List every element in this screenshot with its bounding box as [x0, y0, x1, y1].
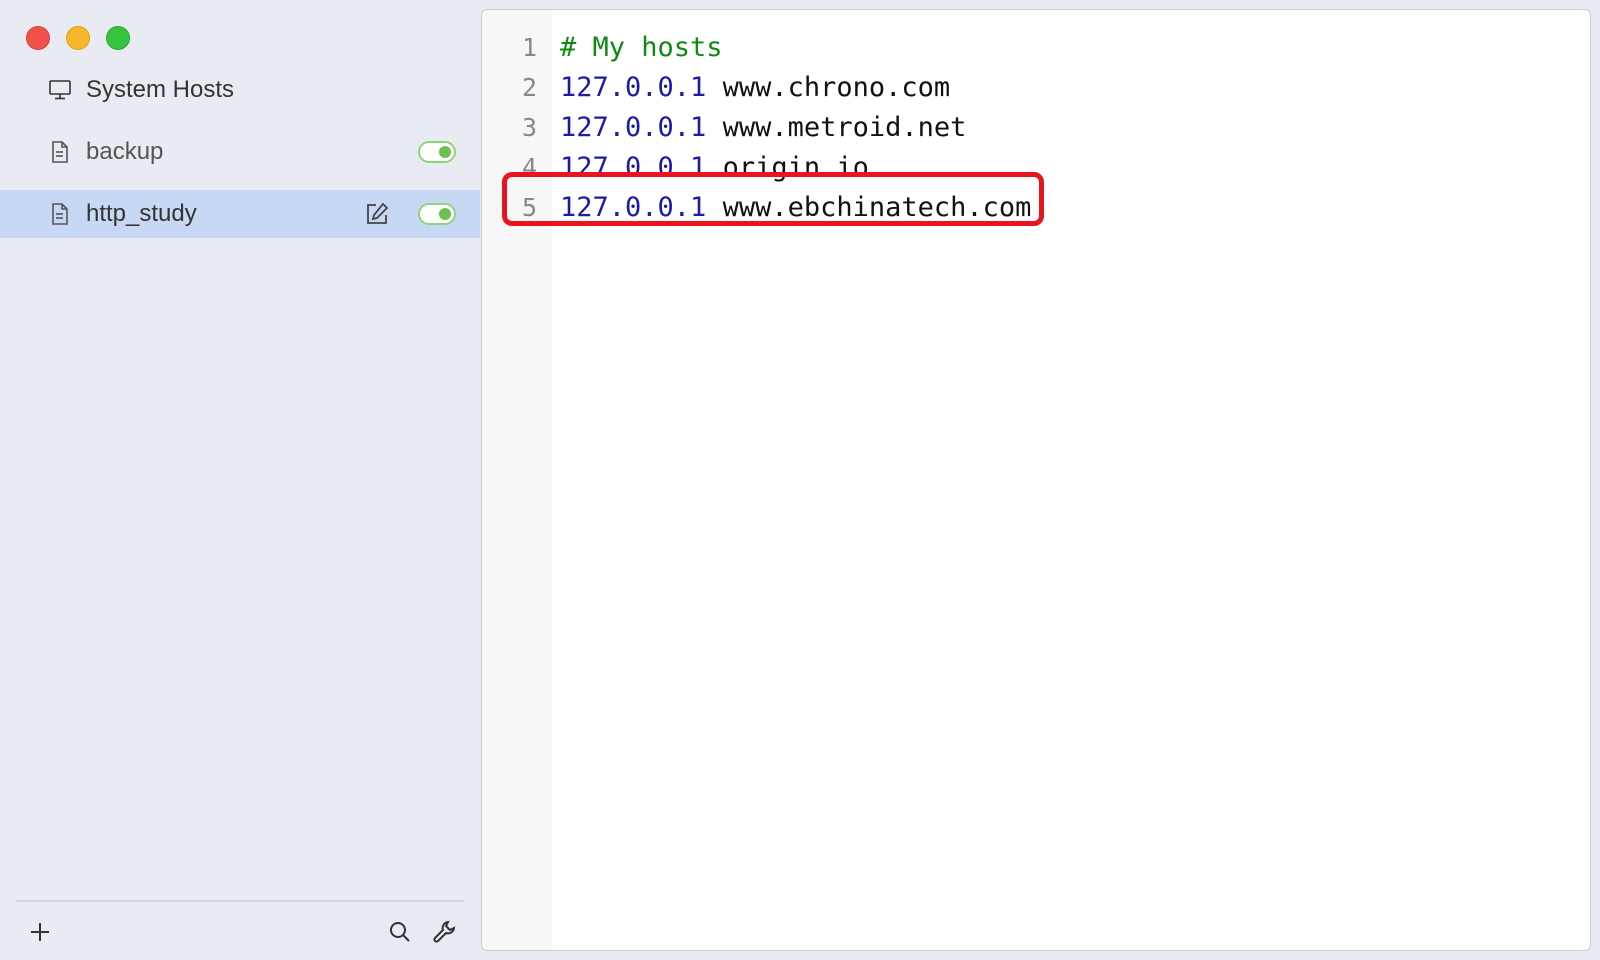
sidebar-item-system-hosts[interactable]: System Hosts [0, 66, 480, 114]
line-content: 127.0.0.1 origin.io [560, 148, 869, 188]
close-window-button[interactable] [26, 26, 50, 50]
line-number: 3 [521, 113, 537, 142]
app-window: System Hosts backup http_study 1 # My ho… [0, 0, 1600, 960]
hostname: www.chrono.com [722, 72, 951, 103]
ip-address: 127.0.0.1 [560, 192, 707, 223]
hostname: www.metroid.net [722, 112, 967, 143]
line-number: 1 [521, 33, 537, 62]
minimize-window-button[interactable] [66, 26, 90, 50]
hostname: origin.io [722, 152, 869, 183]
sidebar-item-label: http_study [86, 200, 197, 227]
document-icon [52, 141, 68, 163]
hosts-editor[interactable]: 1 # My hosts 2 127.0.0.1 www.chrono.com … [481, 9, 1591, 951]
ip-address: 127.0.0.1 [560, 152, 707, 183]
hostname: www.ebchinatech.com [722, 192, 1032, 223]
line-number: 2 [521, 73, 537, 102]
sidebar-divider [16, 900, 464, 902]
search-icon[interactable] [386, 918, 414, 946]
code-line[interactable]: 2 127.0.0.1 www.chrono.com [482, 68, 1590, 108]
sidebar: System Hosts backup http_study [0, 0, 480, 960]
toggle-knob [439, 146, 451, 158]
sidebar-item-label: System Hosts [86, 76, 235, 103]
ip-address: 127.0.0.1 [560, 72, 707, 103]
line-content: 127.0.0.1 www.ebchinatech.com [560, 188, 1031, 228]
backup-enable-toggle[interactable] [418, 141, 456, 163]
line-number: 4 [521, 153, 537, 182]
code-line[interactable]: 1 # My hosts [482, 28, 1590, 68]
line-number: 5 [521, 193, 537, 222]
code-line[interactable]: 3 127.0.0.1 www.metroid.net [482, 108, 1590, 148]
maximize-window-button[interactable] [106, 26, 130, 50]
http-study-enable-toggle[interactable] [418, 203, 456, 225]
plus-icon[interactable] [26, 918, 54, 946]
toggle-knob [439, 208, 451, 220]
ip-address: 127.0.0.1 [560, 112, 707, 143]
line-content: 127.0.0.1 www.chrono.com [560, 68, 950, 108]
monitor-icon [49, 80, 71, 100]
document-icon [52, 203, 68, 225]
sidebar-item-backup[interactable]: backup [0, 128, 480, 176]
edit-icon[interactable] [364, 201, 390, 227]
sidebar-item-label: backup [86, 138, 164, 165]
line-content: 127.0.0.1 www.metroid.net [560, 108, 966, 148]
comment-text: # My hosts [560, 32, 723, 63]
sidebar-item-http-study[interactable]: http_study [0, 190, 480, 238]
line-content: # My hosts [560, 28, 723, 68]
wrench-icon[interactable] [430, 918, 458, 946]
code-line[interactable]: 5 127.0.0.1 www.ebchinatech.com [482, 188, 1590, 228]
code-line[interactable]: 4 127.0.0.1 origin.io [482, 148, 1590, 188]
